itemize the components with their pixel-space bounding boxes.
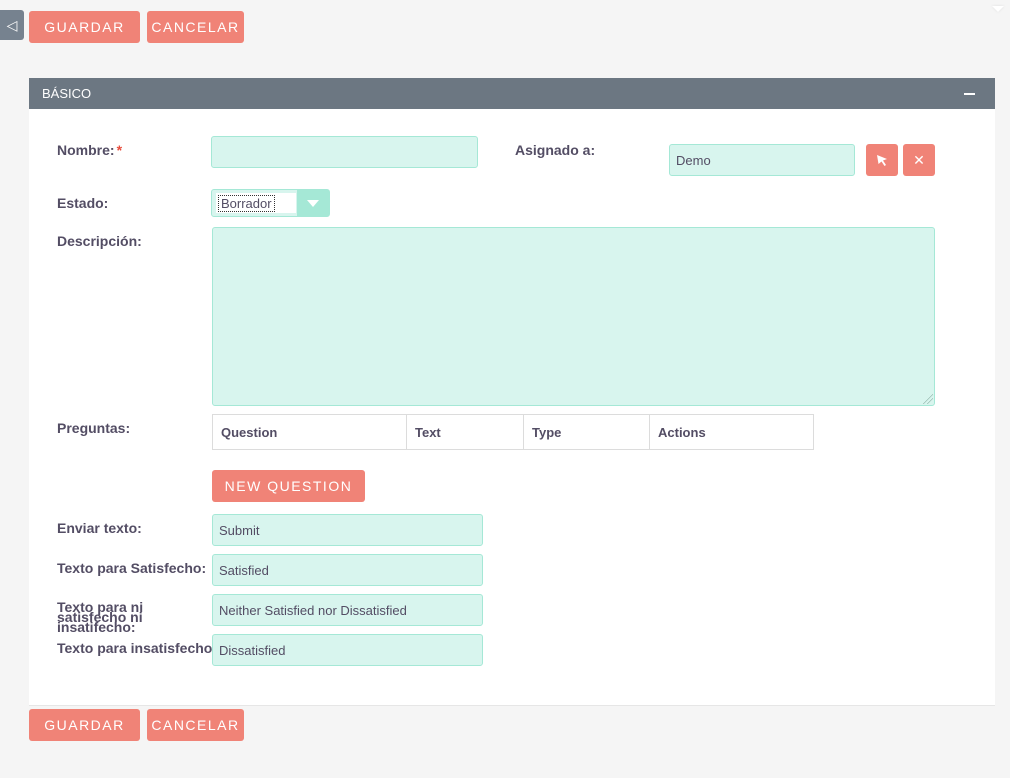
save-button-bottom[interactable]: GUARDAR <box>29 709 140 741</box>
clear-user-button[interactable]: ✕ <box>903 144 935 176</box>
required-mark: * <box>116 142 123 158</box>
column-question: Question <box>212 414 407 450</box>
resize-grip-icon[interactable] <box>923 394 933 404</box>
descripcion-label: Descripción: <box>57 233 142 249</box>
save-button-top[interactable]: GUARDAR <box>29 11 140 43</box>
panel-title: BÁSICO <box>42 86 92 101</box>
chevron-down-icon[interactable] <box>297 190 329 216</box>
estado-select[interactable]: Borrador <box>211 189 330 217</box>
cancel-button-bottom[interactable]: CANCELAR <box>147 709 244 741</box>
estado-label: Estado: <box>57 195 109 211</box>
collapse-panel-icon[interactable] <box>964 93 975 95</box>
neutral-input[interactable] <box>212 594 483 626</box>
column-actions: Actions <box>658 424 706 440</box>
descripcion-textarea[interactable] <box>212 227 935 406</box>
satisfecho-input[interactable] <box>212 554 483 586</box>
insatisfecho-input[interactable] <box>212 634 483 666</box>
cancel-button-top[interactable]: CANCELAR <box>147 11 244 43</box>
descripcion-wrap <box>212 227 935 406</box>
sidebar-collapse-icon[interactable]: ◁ <box>0 10 24 40</box>
asignado-input[interactable] <box>669 144 855 176</box>
column-type: Type <box>523 414 650 450</box>
corner-dropdown-icon[interactable] <box>992 6 1004 12</box>
nombre-input[interactable] <box>211 136 478 168</box>
panel-header[interactable]: BÁSICO <box>29 78 995 109</box>
column-text: Text <box>406 414 524 450</box>
preguntas-label: Preguntas: <box>57 420 131 436</box>
insatisfecho-label: Texto para insatisfecho: <box>57 640 218 656</box>
asignado-label: Asignado a: <box>515 142 596 158</box>
select-user-button[interactable] <box>866 144 898 176</box>
cursor-select-icon <box>877 155 887 166</box>
new-question-button[interactable]: NEW QUESTION <box>212 470 365 502</box>
questions-table: Question Text Type Actions <box>212 414 814 450</box>
enviar-label: Enviar texto: <box>57 520 142 536</box>
nombre-label: Nombre: * <box>57 142 123 158</box>
estado-selected-value: Borrador <box>218 194 275 212</box>
close-icon: ✕ <box>913 151 925 168</box>
enviar-input[interactable] <box>212 514 483 546</box>
satisfecho-label: Texto para Satisfecho: <box>57 560 207 576</box>
neutral-label: Texto para ni satisfecho ni insatifecho: <box>57 599 144 635</box>
